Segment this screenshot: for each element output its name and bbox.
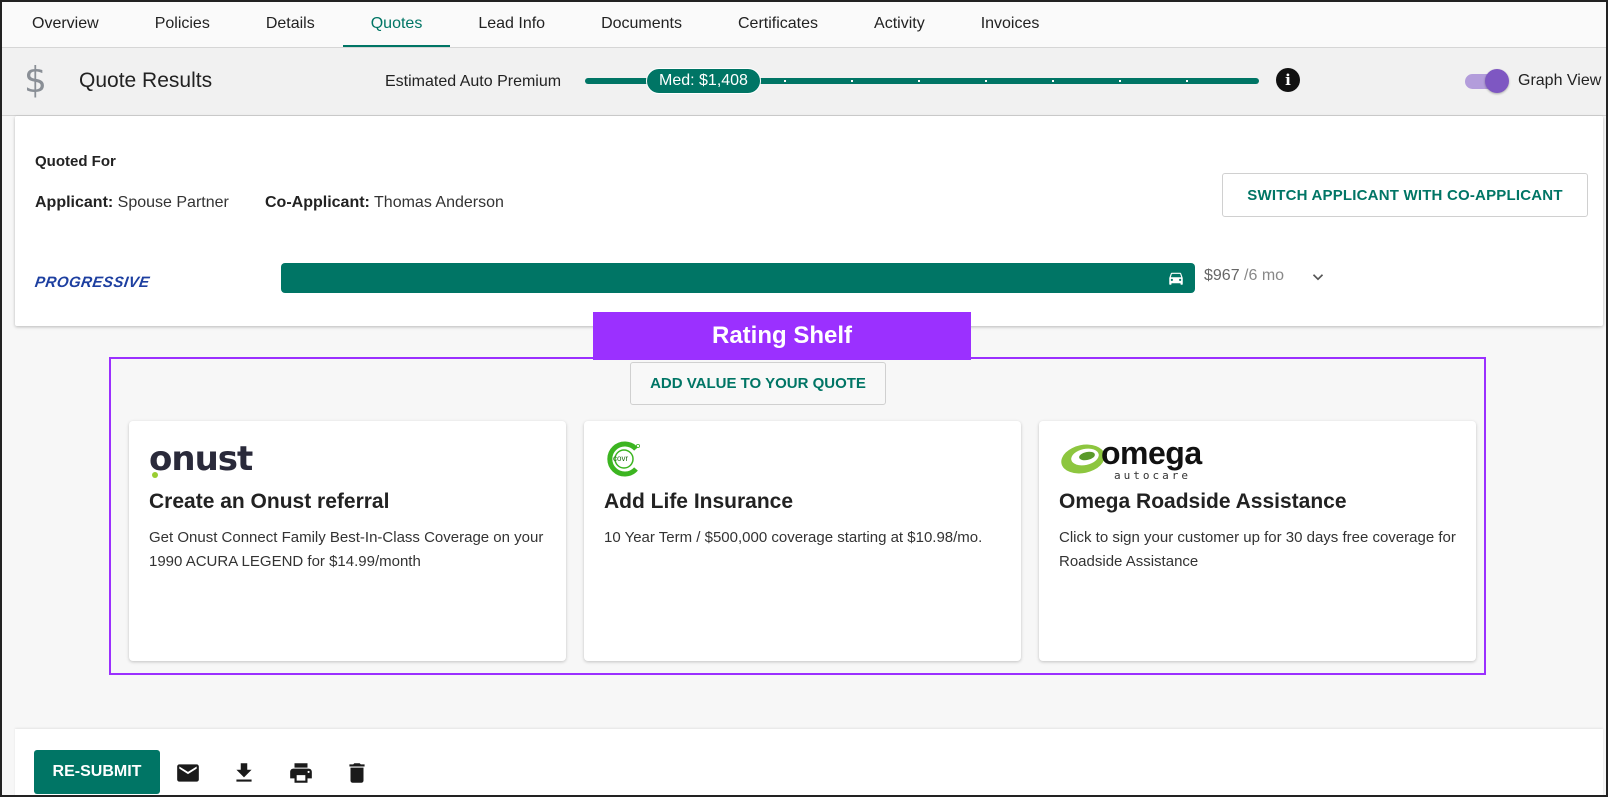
chevron-down-icon[interactable]	[1309, 268, 1327, 286]
slider-tick	[784, 80, 786, 82]
tab-certificates[interactable]: Certificates	[710, 2, 846, 46]
tab-activity[interactable]: Activity	[846, 2, 953, 46]
progressive-logo: PROGRESSIVE	[33, 274, 151, 291]
omega-logo-subtext: autocare	[1114, 469, 1191, 482]
quote-price-amount: $967	[1204, 267, 1240, 284]
email-icon[interactable]	[175, 760, 201, 786]
page-title: Quote Results	[79, 69, 213, 92]
tab-lead-info[interactable]: Lead Info	[450, 2, 573, 46]
onust-logo: onust	[149, 439, 253, 483]
applicant: Applicant: Spouse Partner	[35, 194, 229, 212]
quote-bar[interactable]	[281, 263, 1195, 293]
quote-price-period: /6 mo	[1244, 267, 1285, 284]
slider-tick	[1052, 80, 1054, 82]
dollar-icon: $	[24, 60, 47, 101]
tab-policies[interactable]: Policies	[127, 2, 238, 46]
onust-logo-dot	[152, 472, 158, 478]
download-icon[interactable]	[231, 760, 257, 786]
covr-logo-text: covr	[613, 454, 629, 463]
rating-shelf-label: Rating Shelf	[593, 312, 971, 360]
app-frame: Overview Policies Details Quotes Lead In…	[0, 0, 1608, 797]
tab-invoices[interactable]: Invoices	[953, 2, 1068, 46]
tab-details[interactable]: Details	[238, 2, 343, 46]
omega-card[interactable]: omega autocare Omega Roadside Assistance…	[1039, 421, 1476, 661]
switch-applicant-button[interactable]: SWITCH APPLICANT WITH CO-APPLICANT	[1222, 173, 1588, 217]
premium-label: Estimated Auto Premium	[385, 73, 562, 90]
toggle-knob	[1485, 69, 1509, 93]
slider-tick	[985, 80, 987, 82]
slider-tick	[1186, 80, 1188, 82]
graph-view-label: Graph View	[1518, 72, 1602, 89]
quote-results-header: $ Quote Results Estimated Auto Premium M…	[2, 48, 1606, 116]
card-title: Omega Roadside Assistance	[1059, 490, 1347, 513]
delete-icon[interactable]	[344, 760, 370, 786]
coapplicant-name: Thomas Anderson	[374, 194, 504, 211]
premium-slider-thumb[interactable]: Med: $1,408	[646, 68, 761, 94]
card-description: Get Onust Connect Family Best-In-Class C…	[149, 529, 544, 570]
omega-logo: omega autocare	[1059, 435, 1219, 483]
add-value-button[interactable]: ADD VALUE TO YOUR QUOTE	[630, 362, 886, 405]
slider-tick	[918, 80, 920, 82]
resubmit-button[interactable]: RE-SUBMIT	[34, 750, 160, 794]
covr-logo: covr	[604, 439, 644, 483]
tab-documents[interactable]: Documents	[573, 2, 710, 46]
print-icon[interactable]	[288, 760, 314, 786]
tab-bar: Overview Policies Details Quotes Lead In…	[2, 2, 1606, 48]
tab-overview[interactable]: Overview	[4, 2, 127, 46]
quoted-for-panel: Quoted For Applicant: Spouse Partner Co-…	[15, 116, 1603, 326]
onust-card[interactable]: onust Create an Onust referral Get Onust…	[129, 421, 566, 661]
life-insurance-card[interactable]: covr Add Life Insurance 10 Year Term / $…	[584, 421, 1021, 661]
quote-price: $967 /6 mo	[1204, 267, 1284, 285]
car-icon	[1169, 272, 1183, 285]
card-title: Create an Onust referral	[149, 490, 390, 513]
footer-actions: RE-SUBMIT	[15, 729, 1603, 795]
card-description: 10 Year Term / $500,000 coverage startin…	[604, 529, 983, 546]
card-description: Click to sign your customer up for 30 da…	[1059, 529, 1456, 570]
graph-view-toggle[interactable]	[1465, 69, 1509, 93]
onust-logo-text: onust	[149, 439, 253, 479]
card-title: Add Life Insurance	[604, 490, 794, 513]
omega-logo-text: omega	[1101, 435, 1202, 471]
coapplicant: Co-Applicant: Thomas Anderson	[265, 194, 504, 212]
quoted-for-title: Quoted For	[35, 153, 116, 170]
tab-quotes[interactable]: Quotes	[342, 2, 451, 47]
slider-tick	[851, 80, 853, 82]
info-icon[interactable]: i	[1276, 68, 1300, 92]
applicant-label: Applicant:	[35, 194, 114, 211]
applicant-name: Spouse Partner	[117, 194, 229, 211]
coapplicant-label: Co-Applicant:	[265, 194, 370, 211]
slider-tick	[1119, 80, 1121, 82]
